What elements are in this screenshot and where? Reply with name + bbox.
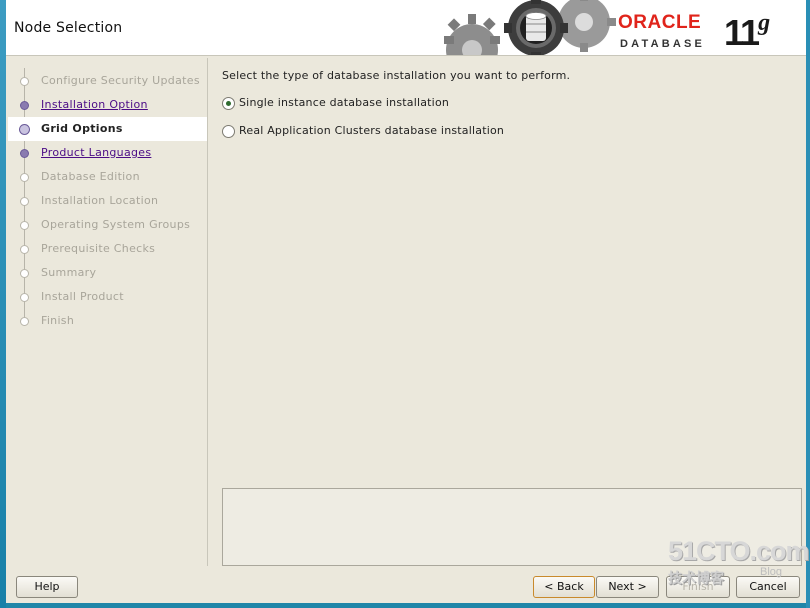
content-pane: Select the type of database installation… bbox=[212, 58, 806, 566]
step-label[interactable]: Product Languages bbox=[41, 146, 151, 159]
step-label: Summary bbox=[41, 266, 97, 279]
step-label: Grid Options bbox=[41, 122, 123, 135]
step-installation-location: Installation Location bbox=[8, 189, 207, 213]
step-install-product: Install Product bbox=[8, 285, 207, 309]
step-node-icon bbox=[20, 197, 29, 206]
oracle-wordmark: ORACLE bbox=[618, 12, 702, 33]
step-label: Database Edition bbox=[41, 170, 140, 183]
step-node-icon bbox=[20, 101, 29, 110]
single-instance-option[interactable]: Single instance database installation bbox=[222, 94, 522, 112]
step-finish: Finish bbox=[8, 309, 207, 333]
step-label: Operating System Groups bbox=[41, 218, 191, 231]
step-prerequisite-checks: Prerequisite Checks bbox=[8, 237, 207, 261]
version-number: 11 bbox=[724, 12, 760, 53]
step-grid-options: Grid Options bbox=[8, 117, 207, 141]
single-instance-radio[interactable] bbox=[222, 97, 235, 110]
step-database-edition: Database Edition bbox=[8, 165, 207, 189]
installation-type-prompt: Select the type of database installation… bbox=[222, 69, 571, 82]
step-node-icon bbox=[20, 77, 29, 86]
step-node-icon bbox=[20, 293, 29, 302]
gears-icon bbox=[444, 0, 616, 55]
version-suffix: g bbox=[758, 10, 770, 36]
step-label[interactable]: Installation Option bbox=[41, 98, 148, 111]
rac-option[interactable]: Real Application Clusters database insta… bbox=[222, 122, 562, 140]
desktop-edge-right bbox=[806, 0, 810, 608]
database-wordmark: DATABASE bbox=[620, 38, 706, 50]
back-button[interactable]: < Back bbox=[533, 576, 595, 598]
step-operating-system-groups: Operating System Groups bbox=[8, 213, 207, 237]
step-label: Install Product bbox=[41, 290, 124, 303]
step-node-icon bbox=[20, 173, 29, 182]
watermark-tech-blog: 技术博客 bbox=[668, 570, 724, 586]
step-summary: Summary bbox=[8, 261, 207, 285]
version-badge: 11g bbox=[724, 10, 770, 54]
installer-window: Node Selection ORACLE DATABASE 11g Confi… bbox=[6, 0, 806, 603]
steps-panel: Configure Security Updates Installation O… bbox=[8, 58, 208, 566]
step-label: Installation Location bbox=[41, 194, 159, 207]
header-banner: Node Selection ORACLE DATABASE 11g bbox=[6, 0, 806, 56]
step-configure-security-updates: Configure Security Updates bbox=[8, 69, 207, 93]
step-node-icon bbox=[19, 124, 30, 135]
help-button[interactable]: Help bbox=[16, 576, 78, 598]
rac-radio[interactable] bbox=[222, 125, 235, 138]
cancel-button[interactable]: Cancel bbox=[736, 576, 800, 598]
step-label: Configure Security Updates bbox=[41, 74, 200, 87]
step-product-languages[interactable]: Product Languages bbox=[8, 141, 207, 165]
step-label: Prerequisite Checks bbox=[41, 242, 156, 255]
step-node-icon bbox=[20, 245, 29, 254]
single-instance-label[interactable]: Single instance database installation bbox=[239, 96, 449, 109]
page-title: Node Selection bbox=[14, 20, 123, 36]
step-node-icon bbox=[20, 149, 29, 158]
desktop: Node Selection ORACLE DATABASE 11g Confi… bbox=[0, 0, 810, 608]
step-node-icon bbox=[20, 317, 29, 326]
step-node-icon bbox=[20, 221, 29, 230]
rac-label[interactable]: Real Application Clusters database insta… bbox=[239, 124, 504, 137]
next-button[interactable]: Next > bbox=[596, 576, 659, 598]
step-installation-option[interactable]: Installation Option bbox=[8, 93, 207, 117]
watermark-site: 51CTO.com bbox=[668, 536, 810, 566]
step-node-icon bbox=[20, 269, 29, 278]
step-label: Finish bbox=[41, 314, 75, 327]
watermark-blog: Blog bbox=[760, 566, 783, 578]
